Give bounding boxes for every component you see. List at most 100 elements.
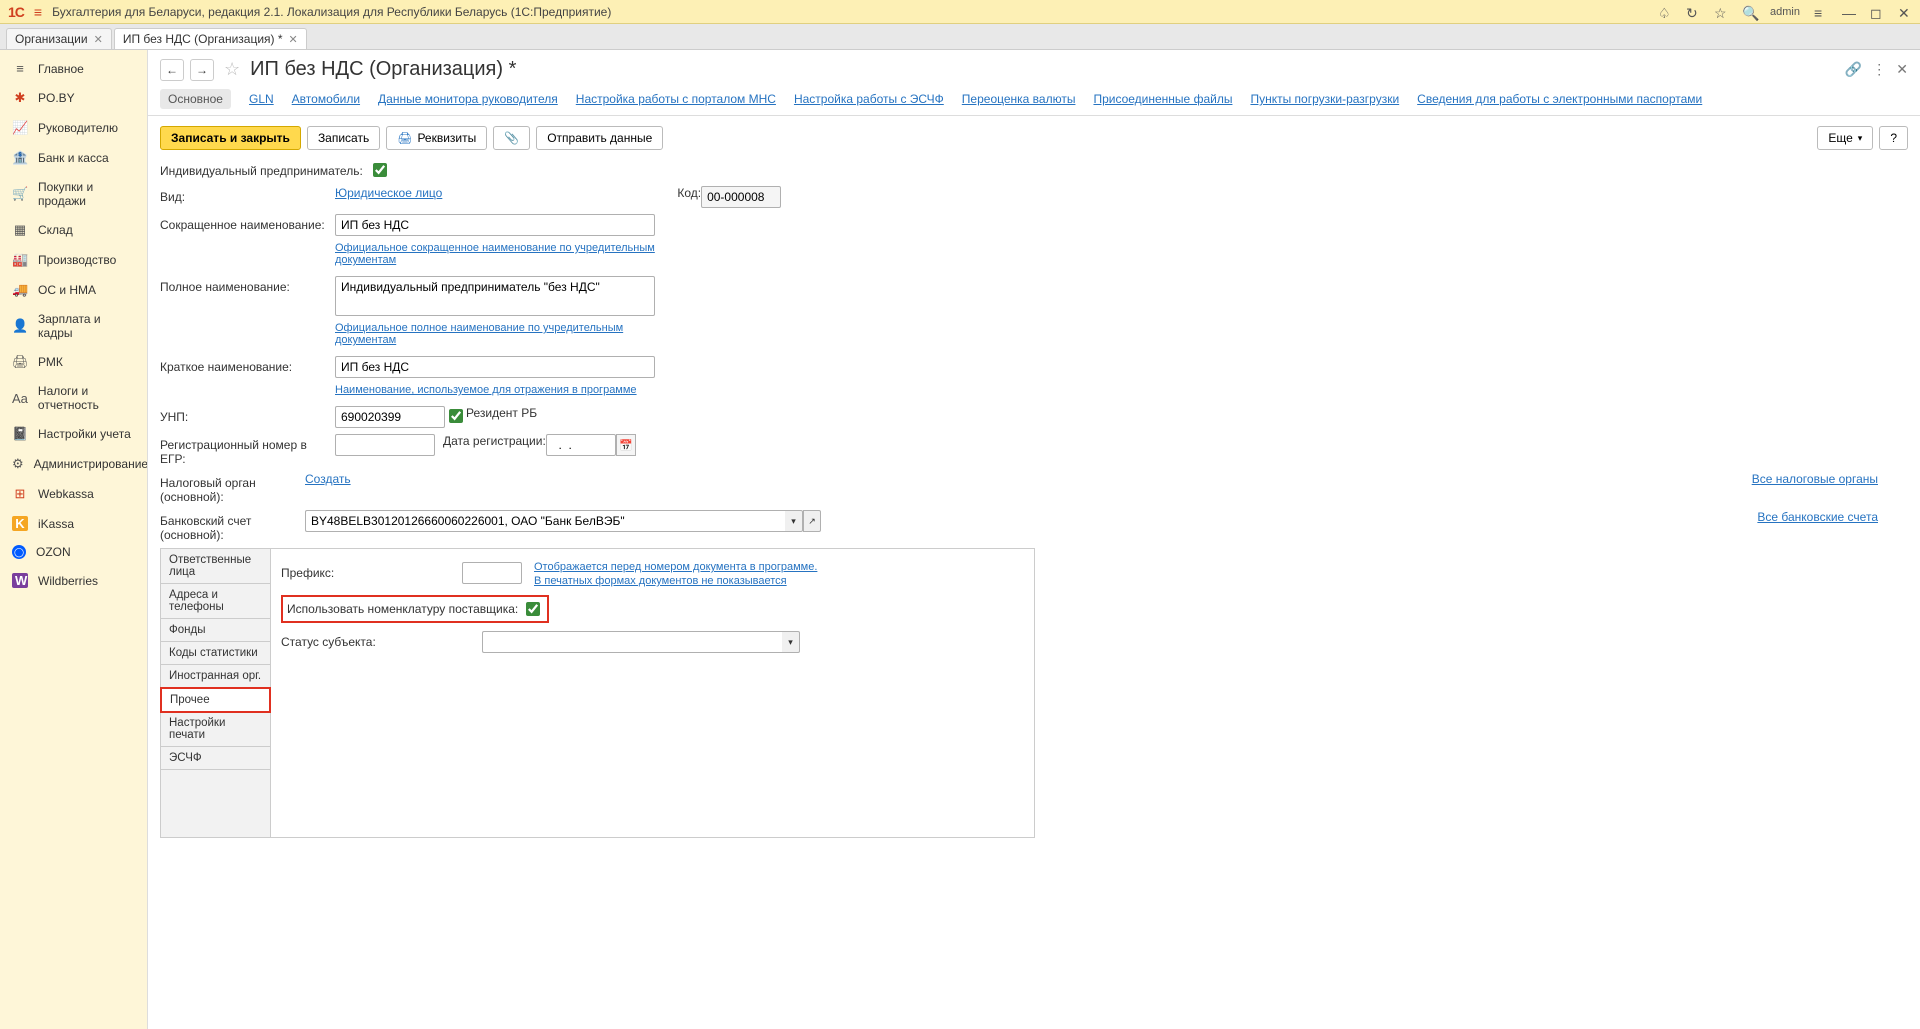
sidebar-item-poby[interactable]: ✱PO.BY — [0, 83, 147, 113]
close-icon[interactable]: ✕ — [289, 33, 298, 46]
prefix-hint2[interactable]: В печатных формах документов не показыва… — [534, 575, 787, 587]
text-icon: Aa — [12, 391, 28, 406]
vid-link[interactable]: Юридическое лицо — [335, 186, 442, 200]
doc-tab-active[interactable]: ИП без НДС (Организация) * ✕ — [114, 28, 307, 49]
restore-icon[interactable]: ◻ — [1870, 5, 1884, 19]
side-tab-addresses[interactable]: Адреса и телефоны — [161, 584, 270, 619]
short-name-input[interactable] — [335, 214, 655, 236]
short-name-hint[interactable]: Официальное сокращенное наименование по … — [335, 242, 655, 266]
bank-input[interactable] — [305, 510, 785, 532]
sidebar-item-ozon[interactable]: ◯OZON — [0, 538, 147, 566]
save-close-button[interactable]: Записать и закрыть — [160, 126, 301, 150]
side-tab-foreign[interactable]: Иностранная орг. — [161, 665, 270, 688]
brief-name-hint[interactable]: Наименование, используемое для отражения… — [335, 384, 655, 396]
prefix-hint1[interactable]: Отображается перед номером документа в п… — [534, 561, 817, 573]
tax-create-link[interactable]: Создать — [305, 472, 351, 486]
sidebar-item-assets[interactable]: 🚚 ОС и НМА — [0, 275, 147, 305]
nomenclature-checkbox[interactable] — [526, 602, 540, 616]
sidebar-item-production[interactable]: 🏭Производство — [0, 245, 147, 275]
tab-eschf[interactable]: Настройка работы с ЭСЧФ — [794, 92, 944, 106]
kod-input[interactable] — [701, 186, 781, 208]
help-button[interactable]: ? — [1879, 126, 1908, 150]
sidebar-item-rmk[interactable]: 🖨РМК — [0, 347, 147, 377]
sidebar-item-tax[interactable]: AaНалоги и отчетность — [0, 377, 147, 419]
calendar-icon[interactable]: 📅 — [616, 434, 636, 456]
prefix-input[interactable] — [462, 562, 522, 584]
send-button[interactable]: Отправить данные — [536, 126, 663, 150]
side-tab-eschf[interactable]: ЭСЧФ — [161, 747, 270, 770]
attach-button[interactable]: 📎 — [493, 126, 530, 150]
full-name-input[interactable]: Индивидуальный предприниматель "без НДС" — [335, 276, 655, 316]
unp-input[interactable] — [335, 406, 445, 428]
side-tab-other[interactable]: Прочее — [160, 687, 271, 713]
all-tax-link[interactable]: Все налоговые органы — [1752, 472, 1878, 486]
more-icon[interactable]: ⋮ — [1872, 61, 1886, 78]
user-label[interactable]: admin — [1770, 6, 1800, 18]
chevron-down-icon[interactable]: ▾ — [782, 631, 800, 653]
full-name-hint[interactable]: Официальное полное наименование по учред… — [335, 322, 655, 346]
sidebar-item-webkassa[interactable]: ⊞Webkassa — [0, 479, 147, 509]
open-icon[interactable]: ↗ — [803, 510, 821, 532]
tab-passport[interactable]: Сведения для работы с электронными паспо… — [1417, 92, 1702, 106]
doc-tab-label: ИП без НДС (Организация) * — [123, 32, 283, 46]
w-icon: W — [12, 573, 28, 588]
sidebar-item-main[interactable]: ≡Главное — [0, 54, 147, 83]
settings-icon[interactable]: ≡ — [1814, 5, 1828, 19]
sidebar-item-bank[interactable]: 🏦Банк и касса — [0, 143, 147, 173]
ip-checkbox[interactable] — [373, 163, 387, 177]
bank-icon: 🏦 — [12, 150, 28, 166]
sidebar-item-stock[interactable]: ▦Склад — [0, 215, 147, 245]
side-tabs: Ответственные лица Адреса и телефоны Фон… — [161, 549, 271, 837]
star-icon[interactable]: ☆ — [1714, 5, 1728, 19]
history-icon[interactable]: ↻ — [1686, 5, 1700, 19]
brief-name-label: Краткое наименование: — [160, 356, 335, 374]
tab-main[interactable]: Основное — [160, 89, 231, 109]
forward-button[interactable]: → — [190, 59, 214, 81]
truck-icon: 🚚 — [12, 282, 28, 298]
sidebar-item-manager[interactable]: 📈Руководителю — [0, 113, 147, 143]
tax-label: Налоговый орган (основной): — [160, 472, 305, 504]
doc-tab[interactable]: Организации ✕ — [6, 28, 112, 49]
egr-input[interactable] — [335, 434, 435, 456]
tab-currency[interactable]: Переоценка валюты — [962, 92, 1076, 106]
save-button[interactable]: Записать — [307, 126, 380, 150]
side-tab-funds[interactable]: Фонды — [161, 619, 270, 642]
menu-icon[interactable]: ≡ — [34, 4, 42, 20]
tab-mns[interactable]: Настройка работы с порталом МНС — [576, 92, 776, 106]
sidebar-item-hr[interactable]: 👤Зарплата и кадры — [0, 305, 147, 347]
resident-checkbox[interactable] — [449, 409, 463, 423]
sidebar-label: ОС и НМА — [38, 283, 96, 297]
brief-name-input[interactable] — [335, 356, 655, 378]
side-tab-responsible[interactable]: Ответственные лица — [161, 549, 270, 584]
sidebar-item-wildberries[interactable]: W Wildberries — [0, 566, 147, 595]
link-icon[interactable]: 🔗 — [1845, 61, 1862, 78]
tab-files[interactable]: Присоединенные файлы — [1093, 92, 1232, 106]
tab-gln[interactable]: GLN — [249, 92, 274, 106]
close-icon[interactable]: ✕ — [94, 33, 103, 46]
tab-loading[interactable]: Пункты погрузки-разгрузки — [1250, 92, 1399, 106]
sidebar-item-ikassa[interactable]: KiKassa — [0, 509, 147, 538]
all-banks-link[interactable]: Все банковские счета — [1757, 510, 1878, 524]
status-input[interactable] — [482, 631, 782, 653]
side-tab-stats[interactable]: Коды статистики — [161, 642, 270, 665]
close-icon[interactable]: ✕ — [1898, 5, 1912, 19]
grid-icon: ▦ — [12, 222, 28, 238]
close-icon[interactable]: ✕ — [1896, 61, 1908, 78]
side-tab-print[interactable]: Настройки печати — [161, 712, 270, 747]
back-button[interactable]: ← — [160, 59, 184, 81]
sidebar-item-accounting[interactable]: 📓Настройки учета — [0, 419, 147, 449]
tab-auto[interactable]: Автомобили — [292, 92, 360, 106]
tab-monitor[interactable]: Данные монитора руководителя — [378, 92, 558, 106]
bell-icon[interactable]: ♤ — [1658, 5, 1672, 19]
search-icon[interactable]: 🔍 — [1742, 5, 1756, 19]
favorite-icon[interactable]: ☆ — [224, 59, 240, 80]
minimize-icon[interactable]: — — [1842, 5, 1856, 19]
reg-date-input[interactable] — [546, 434, 616, 456]
sidebar-label: Wildberries — [38, 574, 98, 588]
sidebar-item-admin[interactable]: ⚙Администрирование — [0, 449, 147, 479]
requisites-button[interactable]: 🖨Реквизиты — [386, 126, 487, 150]
sidebar-item-sales[interactable]: 🛒Покупки и продажи — [0, 173, 147, 215]
chevron-down-icon[interactable]: ▾ — [785, 510, 803, 532]
more-button[interactable]: Еще — [1817, 126, 1873, 150]
paperclip-icon: 📎 — [504, 131, 519, 145]
